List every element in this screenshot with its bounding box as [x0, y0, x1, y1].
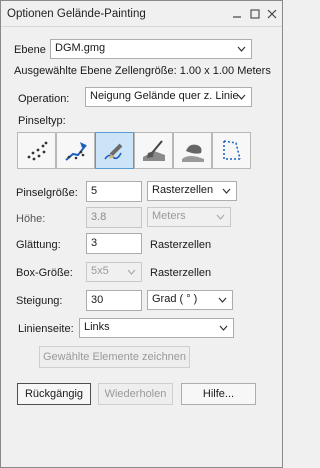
slope-value: 30 — [91, 294, 104, 306]
smooth-terrain-icon — [182, 144, 204, 162]
chevron-down-icon — [218, 297, 227, 303]
box-size-select: 5x5 — [86, 262, 142, 282]
help-button[interactable]: Hilfe... — [181, 383, 256, 405]
close-icon[interactable] — [265, 7, 279, 21]
smoothing-input[interactable]: 3 — [86, 233, 142, 254]
undo-button[interactable]: Rückgängig — [17, 383, 91, 405]
brush-size-unit-value: Rasterzellen — [152, 184, 214, 196]
pencil-stroke-icon — [104, 143, 123, 160]
brush-type-label: Pinseltyp: — [18, 115, 66, 127]
terrain-painting-options-panel: Optionen Gelände-Painting Ebene DGM.gmg … — [0, 0, 283, 468]
brush-tool-smooth[interactable] — [173, 132, 212, 169]
dotted-area-icon — [223, 140, 241, 160]
brush-size-label: Pinselgröße: — [16, 187, 78, 199]
smoothing-value: 3 — [91, 237, 98, 249]
smoothing-label: Glättung: — [16, 239, 61, 251]
height-input: 3.8 — [86, 207, 142, 228]
brush-tool-pencil[interactable] — [95, 132, 134, 169]
brush-tool-spray[interactable] — [17, 132, 56, 169]
draw-selected-elements-button[interactable]: Gewählte Elemente zeichnen — [39, 346, 190, 368]
chevron-down-icon — [216, 214, 225, 220]
slope-unit-value: Grad ( ° ) — [152, 293, 198, 305]
height-unit-value: Meters — [152, 210, 186, 222]
line-path-icon — [65, 142, 87, 161]
chevron-down-icon — [127, 269, 136, 275]
redo-button[interactable]: Wiederholen — [98, 383, 173, 405]
brush-size-input[interactable]: 5 — [86, 181, 142, 202]
layer-cell-size-text: Ausgewählte Ebene Zellengröße: 1.00 x 1.… — [14, 65, 271, 77]
layer-label: Ebene — [14, 44, 46, 56]
smoothing-unit: Rasterzellen — [150, 239, 212, 251]
slope-unit-select[interactable]: Grad ( ° ) — [147, 290, 233, 310]
chevron-down-icon — [237, 46, 246, 52]
operation-select-value: Neigung Gelände quer z. Linie — [90, 90, 239, 102]
layer-select-value: DGM.gmg — [55, 42, 106, 54]
chevron-down-icon — [219, 325, 228, 331]
box-size-label: Box-Größe: — [16, 267, 73, 279]
brush-tool-shovel[interactable] — [134, 132, 173, 169]
shovel-terrain-icon — [143, 140, 165, 161]
operation-select[interactable]: Neigung Gelände quer z. Linie — [85, 87, 252, 107]
line-side-select[interactable]: Links — [79, 318, 234, 338]
brush-size-value: 5 — [91, 185, 98, 197]
brush-tool-area[interactable] — [212, 132, 251, 169]
box-size-unit: Rasterzellen — [150, 267, 212, 279]
box-size-value: 5x5 — [91, 265, 109, 277]
line-side-label: Linienseite: — [18, 323, 74, 335]
spray-dots-icon — [27, 141, 48, 161]
minimize-icon[interactable] — [230, 7, 244, 21]
slope-label: Steigung: — [16, 295, 63, 307]
title-bar[interactable]: Optionen Gelände-Painting — [1, 1, 282, 27]
brush-size-unit-select[interactable]: Rasterzellen — [147, 181, 237, 201]
window-title: Optionen Gelände-Painting — [7, 8, 146, 20]
chevron-down-icon — [222, 188, 231, 194]
height-label: Höhe: — [16, 213, 46, 225]
brush-tool-line[interactable] — [56, 132, 95, 169]
height-unit-select: Meters — [147, 207, 231, 227]
slope-input[interactable]: 30 — [86, 290, 142, 311]
maximize-icon[interactable] — [248, 7, 262, 21]
height-value: 3.8 — [91, 211, 107, 223]
line-side-value: Links — [84, 321, 110, 333]
operation-label: Operation: — [18, 93, 70, 105]
chevron-down-icon — [237, 94, 246, 100]
layer-select[interactable]: DGM.gmg — [50, 39, 252, 59]
